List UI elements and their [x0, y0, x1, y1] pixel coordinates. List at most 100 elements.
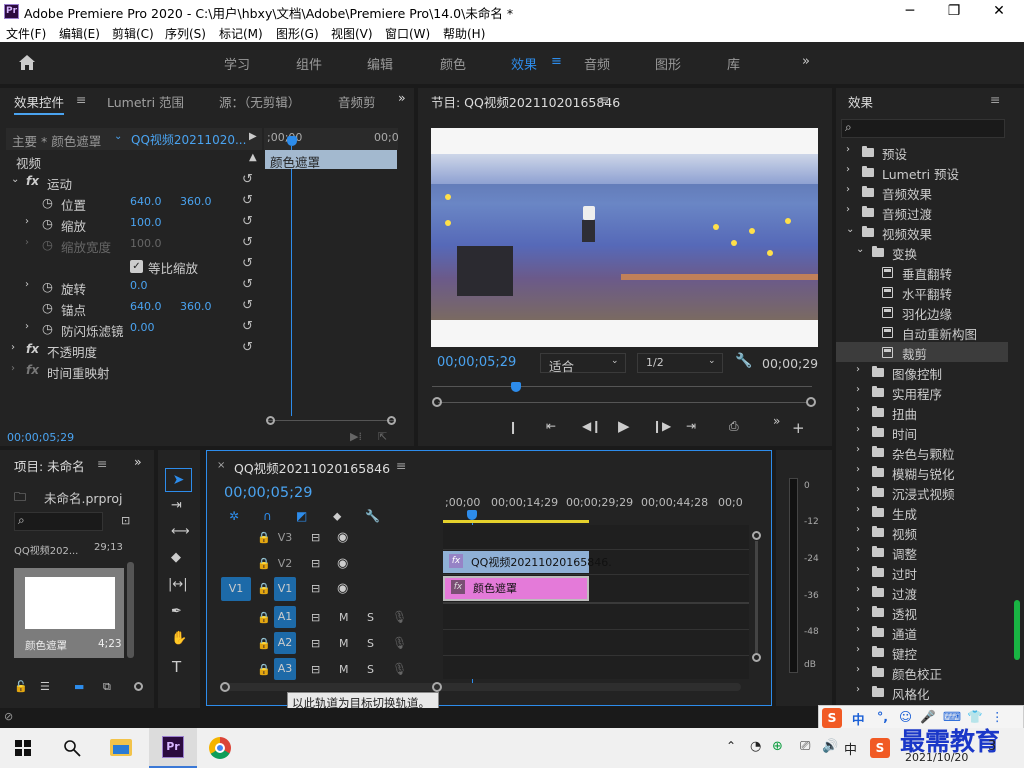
hand-tool-icon[interactable]: ✋: [171, 631, 187, 646]
mic-icon[interactable]: 🎙: [392, 610, 407, 624]
eye-icon[interactable]: ◉: [337, 530, 348, 545]
chevron-right-icon[interactable]: ›: [846, 204, 850, 215]
minimize-button[interactable]: ─: [887, 0, 933, 22]
chevron-down-icon[interactable]: ⌄: [856, 244, 864, 255]
wrench-icon[interactable]: 🔧: [735, 353, 752, 369]
effects-tree-item[interactable]: › 视频: [836, 522, 1008, 542]
lock-icon[interactable]: 🔓: [14, 680, 28, 693]
chevron-right-icon[interactable]: ›: [856, 384, 860, 395]
effects-title[interactable]: 效果: [848, 92, 873, 111]
go-to-in-icon[interactable]: ⇤: [546, 419, 556, 433]
reset-opacity-icon[interactable]: ↺: [242, 340, 253, 355]
track-a3[interactable]: A3: [274, 658, 296, 680]
sync-icon[interactable]: ⊟: [311, 611, 320, 624]
anchor-y-value[interactable]: 360.0: [180, 300, 212, 313]
effects-tree-item[interactable]: › Lumetri 预设: [836, 162, 1008, 182]
lock-icon[interactable]: 🔒: [257, 582, 271, 595]
menu-graphics[interactable]: 图形(G): [276, 25, 319, 42]
vertical-scroll-top[interactable]: [752, 531, 761, 540]
solo-a2[interactable]: S: [367, 637, 374, 650]
tab-source[interactable]: 源：（无剪辑）: [219, 92, 300, 111]
stopwatch-position-icon[interactable]: ◷: [42, 195, 53, 210]
position-y-value[interactable]: 360.0: [180, 195, 212, 208]
stopwatch-anchor-icon[interactable]: ◷: [42, 300, 53, 315]
tray-expand-icon[interactable]: ⌃: [726, 739, 736, 753]
effects-tree-item[interactable]: ⌄ 视频效果: [836, 222, 1008, 242]
workspace-editing[interactable]: 编辑: [367, 54, 393, 73]
lock-icon[interactable]: 🔒: [257, 663, 271, 676]
lock-icon[interactable]: 🔒: [257, 531, 271, 544]
program-video-frame[interactable]: [431, 128, 818, 347]
matte-clip-v1[interactable]: fx 颜色遮罩: [443, 576, 589, 601]
maximize-button[interactable]: ❐: [931, 0, 977, 22]
close-button[interactable]: ✕: [976, 0, 1022, 22]
effects-tree-item[interactable]: › 键控: [836, 642, 1008, 662]
export-frame-icon[interactable]: ⎙: [729, 419, 739, 434]
project-tab[interactable]: 项目: 未命名: [14, 456, 85, 475]
chevron-right-icon[interactable]: ›: [856, 424, 860, 435]
menu-edit[interactable]: 编辑(E): [59, 25, 100, 42]
effects-tree-item[interactable]: › 音频效果: [836, 182, 1008, 202]
scale-value[interactable]: 100.0: [130, 216, 162, 229]
mic-icon[interactable]: 🎙: [392, 662, 407, 676]
ime-punct[interactable]: °,: [877, 709, 888, 724]
program-scroll-left[interactable]: [432, 397, 442, 407]
vertical-scrollbar[interactable]: [755, 541, 758, 653]
thumbnail-clip[interactable]: QQ视频202... 29;13: [14, 542, 123, 557]
pen-tool-icon[interactable]: ✒: [171, 604, 182, 619]
mute-a3[interactable]: M: [339, 663, 349, 676]
ime-mode[interactable]: 中: [852, 709, 865, 728]
collapse-up-icon[interactable]: ▲: [249, 152, 257, 163]
lock-icon[interactable]: 🔒: [257, 557, 271, 570]
effects-tree-item[interactable]: › 透视: [836, 602, 1008, 622]
sync-icon[interactable]: ⊟: [311, 582, 320, 595]
track-v2[interactable]: V2: [274, 553, 296, 575]
expand-scale-icon[interactable]: ›: [25, 216, 29, 227]
reset-rotation-icon[interactable]: ↺: [242, 277, 253, 292]
play-audio-icon[interactable]: ▶⁞: [350, 430, 362, 443]
eye-icon[interactable]: ◉: [337, 581, 348, 596]
tab-effect-controls[interactable]: 效果控件: [14, 92, 65, 115]
chevron-right-icon[interactable]: ›: [846, 184, 850, 195]
menu-sequence[interactable]: 序列(S): [165, 25, 206, 42]
program-scroll-right[interactable]: [806, 397, 816, 407]
track-select-tool-icon[interactable]: ⇥: [171, 498, 182, 513]
reset-position-icon[interactable]: ↺: [242, 193, 253, 208]
chevron-right-icon[interactable]: ›: [856, 504, 860, 515]
tray-plus-icon[interactable]: ⊕: [772, 739, 783, 754]
chevron-right-icon[interactable]: ›: [856, 624, 860, 635]
selection-tool-icon[interactable]: ➤: [165, 468, 192, 492]
track-a2[interactable]: A2: [274, 632, 296, 654]
add-marker-icon[interactable]: ⬥: [333, 509, 341, 524]
scroll-left-handle[interactable]: [220, 682, 230, 692]
ime-mode-indicator[interactable]: 中: [844, 739, 857, 758]
horizontal-scrollbar[interactable]: [221, 683, 741, 691]
reset-flicker-icon[interactable]: ↺: [242, 319, 253, 334]
project-search-input[interactable]: ⌕: [14, 512, 103, 531]
effect-controls-timecode[interactable]: 00;00;05;29: [7, 431, 74, 444]
mute-a2[interactable]: M: [339, 637, 349, 650]
timeline-ruler[interactable]: ;00;00 00;00;14;29 00;00;29;29 00;00;44;…: [443, 484, 749, 524]
expand-time-remap-icon[interactable]: ›: [11, 363, 15, 374]
reset-scale-icon[interactable]: ↺: [242, 214, 253, 229]
effects-tree-item[interactable]: › 过渡: [836, 582, 1008, 602]
rotation-value[interactable]: 0.0: [130, 279, 148, 292]
timeline-timecode[interactable]: 00;00;05;29: [224, 485, 312, 501]
vertical-scroll-bottom[interactable]: [752, 653, 761, 662]
uniform-scale-checkbox[interactable]: ✓: [130, 260, 143, 273]
effects-tree-item[interactable]: › 扭曲: [836, 402, 1008, 422]
menu-window[interactable]: 窗口(W): [385, 25, 430, 42]
solo-a1[interactable]: S: [367, 611, 374, 624]
step-back-icon[interactable]: ◀❙: [582, 419, 601, 433]
razor-tool-icon[interactable]: ◆: [171, 550, 181, 565]
workspace-learn[interactable]: 学习: [224, 54, 250, 73]
sogou-icon[interactable]: S: [822, 708, 842, 728]
effects-tree-item[interactable]: › 实用程序: [836, 382, 1008, 402]
effects-tree-item[interactable]: › 时间: [836, 422, 1008, 442]
workspace-graphics[interactable]: 图形: [655, 54, 681, 73]
slip-tool-icon[interactable]: |↔|: [168, 577, 188, 592]
chevron-right-icon[interactable]: ›: [856, 364, 860, 375]
clip-selector[interactable]: QQ视频20211020...: [131, 131, 246, 148]
windows-start-icon[interactable]: [15, 740, 31, 756]
freeform-view-icon[interactable]: ⧉: [103, 680, 111, 694]
